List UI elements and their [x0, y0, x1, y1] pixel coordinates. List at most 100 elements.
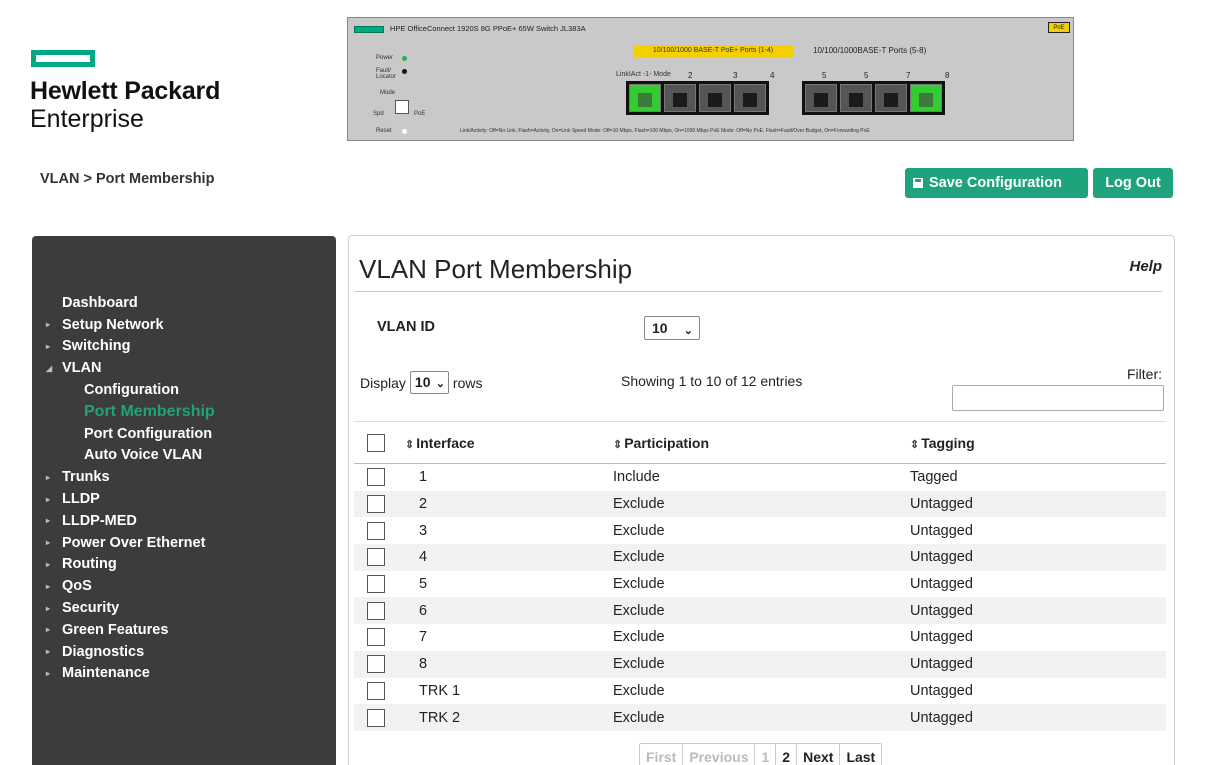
cell-participation: Exclude: [613, 522, 665, 539]
rows-label: rows: [452, 374, 483, 391]
cell-participation: Exclude: [613, 656, 665, 673]
row-checkbox[interactable]: [367, 575, 385, 594]
sidebar-item-port-membership[interactable]: Port Membership: [32, 401, 336, 423]
sidebar-item-lldp[interactable]: ▸ LLDP: [32, 488, 336, 510]
pager-next-button[interactable]: Next: [797, 744, 841, 765]
row-checkbox[interactable]: [367, 681, 385, 700]
sidebar-item-label: Port Configuration: [84, 425, 213, 442]
sidebar-item-label: Configuration: [84, 382, 180, 399]
cell-interface: 2: [419, 496, 428, 513]
row-checkbox[interactable]: [367, 521, 385, 540]
sort-icon: ⇕: [613, 438, 623, 451]
poe-icon: PoE: [1048, 22, 1070, 33]
cell-tagging: Untagged: [910, 629, 973, 646]
sidebar-item-vlan-configuration[interactable]: Configuration: [32, 379, 336, 401]
main-panel: VLAN Port Membership Help VLAN ID 10 ⌄ D…: [348, 235, 1175, 765]
select-all-checkbox[interactable]: [367, 433, 385, 452]
table-row: 8 Exclude Untagged: [354, 650, 1166, 678]
cell-interface: 4: [419, 549, 428, 566]
sidebar-item-dashboard[interactable]: Dashboard: [32, 292, 336, 314]
save-configuration-button[interactable]: Save Configuration: [905, 168, 1088, 198]
sidebar-item-diagnostics[interactable]: ▸ Diagnostics: [32, 641, 336, 663]
sidebar-item-power-over-ethernet[interactable]: ▸ Power Over Ethernet: [32, 532, 336, 554]
sidebar-item-vlan[interactable]: ◢ VLAN: [32, 357, 336, 379]
expand-arrow-icon: ▸: [46, 320, 51, 330]
switch-legend: Link/Activity: Off=No Link, Flash=Activi…: [460, 128, 870, 134]
expand-arrow-icon: ▸: [46, 538, 51, 548]
ports-title: 10/100/1000BASE-T Ports (5-8): [813, 46, 927, 55]
cell-participation: Exclude: [613, 602, 665, 619]
rows-per-page-value: 10: [414, 374, 431, 390]
sort-icon: ⇕: [910, 438, 920, 451]
table-row: 3 Exclude Untagged: [354, 517, 1166, 545]
sidebar-item-maintenance[interactable]: ▸ Maintenance: [32, 663, 336, 685]
power-label: Power: [376, 55, 394, 61]
sidebar-item-lldp-med[interactable]: ▸ LLDP-MED: [32, 510, 336, 532]
vlan-id-select[interactable]: 10 ⌄: [644, 316, 700, 340]
port-number: 7: [906, 71, 911, 80]
pager-last-button[interactable]: Last: [840, 744, 881, 765]
fault-led-icon: [402, 69, 407, 74]
breadcrumb: VLAN > Port Membership: [40, 171, 215, 187]
rows-per-page-select[interactable]: 10 ⌄: [409, 371, 449, 394]
cell-participation: Exclude: [613, 709, 665, 726]
spd-label: Spd: [373, 111, 384, 117]
sidebar-item-trunks[interactable]: ▸ Trunks: [32, 466, 336, 488]
save-button-label: Save Configuration: [929, 175, 1062, 191]
pager-first-button[interactable]: First: [640, 744, 684, 765]
page-title: VLAN Port Membership: [359, 254, 633, 284]
expand-arrow-icon: ▸: [46, 647, 51, 657]
table-header: ⇕ Interface ⇕ Participation ⇕ Tagging: [354, 421, 1166, 464]
cell-tagging: Untagged: [910, 709, 973, 726]
sidebar-item-port-configuration[interactable]: Port Configuration: [32, 423, 336, 445]
filter-input[interactable]: [952, 385, 1164, 411]
sidebar-item-label: Switching: [62, 338, 131, 355]
reset-label: Reset: [376, 128, 392, 134]
row-checkbox[interactable]: [367, 655, 385, 674]
row-checkbox[interactable]: [367, 601, 385, 620]
sidebar-item-setup-network[interactable]: ▸ Setup Network: [32, 314, 336, 336]
pager-page-2-button[interactable]: 2: [776, 744, 798, 765]
row-checkbox[interactable]: [367, 468, 385, 487]
row-checkbox[interactable]: [367, 708, 385, 727]
expand-arrow-icon: ▸: [46, 516, 51, 526]
port-6-icon: [840, 84, 872, 112]
port-5-icon: [805, 84, 837, 112]
sidebar-item-qos[interactable]: ▸ QoS: [32, 575, 336, 597]
sidebar-item-label: LLDP-MED: [62, 512, 137, 529]
expand-arrow-icon: ▸: [46, 581, 51, 591]
pager-page-1-button[interactable]: 1: [755, 744, 777, 765]
sidebar: Dashboard ▸ Setup Network ▸ Switching ◢ VLA…: [32, 236, 336, 765]
sidebar-item-label: Maintenance: [62, 665, 150, 682]
column-header-tagging[interactable]: ⇕ Tagging: [910, 435, 1166, 451]
entries-info: Showing 1 to 10 of 12 entries: [621, 373, 803, 389]
sidebar-item-green-features[interactable]: ▸ Green Features: [32, 619, 336, 641]
port-number: 2: [688, 71, 693, 80]
sidebar-item-auto-voice-vlan[interactable]: Auto Voice VLAN: [32, 445, 336, 467]
port-membership-table: ⇕ Interface ⇕ Participation ⇕ Tagging 1 Incl…: [354, 421, 1166, 731]
sidebar-item-routing[interactable]: ▸ Routing: [32, 554, 336, 576]
cell-tagging: Untagged: [910, 576, 973, 593]
power-led-icon: [402, 56, 407, 61]
cell-participation: Exclude: [613, 629, 665, 646]
row-checkbox[interactable]: [367, 628, 385, 647]
sidebar-item-label: Power Over Ethernet: [62, 534, 206, 551]
expand-arrow-icon: ▸: [46, 625, 51, 635]
cell-interface: TRK 1: [419, 682, 461, 699]
port-1-active-icon: [629, 84, 661, 112]
cell-interface: 1: [419, 469, 428, 486]
log-out-button[interactable]: Log Out: [1093, 168, 1173, 198]
sidebar-item-security[interactable]: ▸ Security: [32, 597, 336, 619]
row-checkbox[interactable]: [367, 548, 385, 567]
column-header-participation[interactable]: ⇕ Participation: [613, 435, 910, 451]
help-link[interactable]: Help: [1129, 258, 1162, 275]
port-number: 5: [864, 71, 869, 80]
row-checkbox[interactable]: [367, 495, 385, 514]
column-header-interface[interactable]: ⇕ Interface: [405, 435, 613, 451]
table-row: 2 Exclude Untagged: [354, 490, 1166, 518]
cell-interface: TRK 2: [419, 709, 461, 726]
sidebar-item-switching[interactable]: ▸ Switching: [32, 336, 336, 358]
sort-icon: ⇕: [405, 438, 415, 451]
pager-previous-button[interactable]: Previous: [683, 744, 756, 765]
table-row: 5 Exclude Untagged: [354, 570, 1166, 598]
